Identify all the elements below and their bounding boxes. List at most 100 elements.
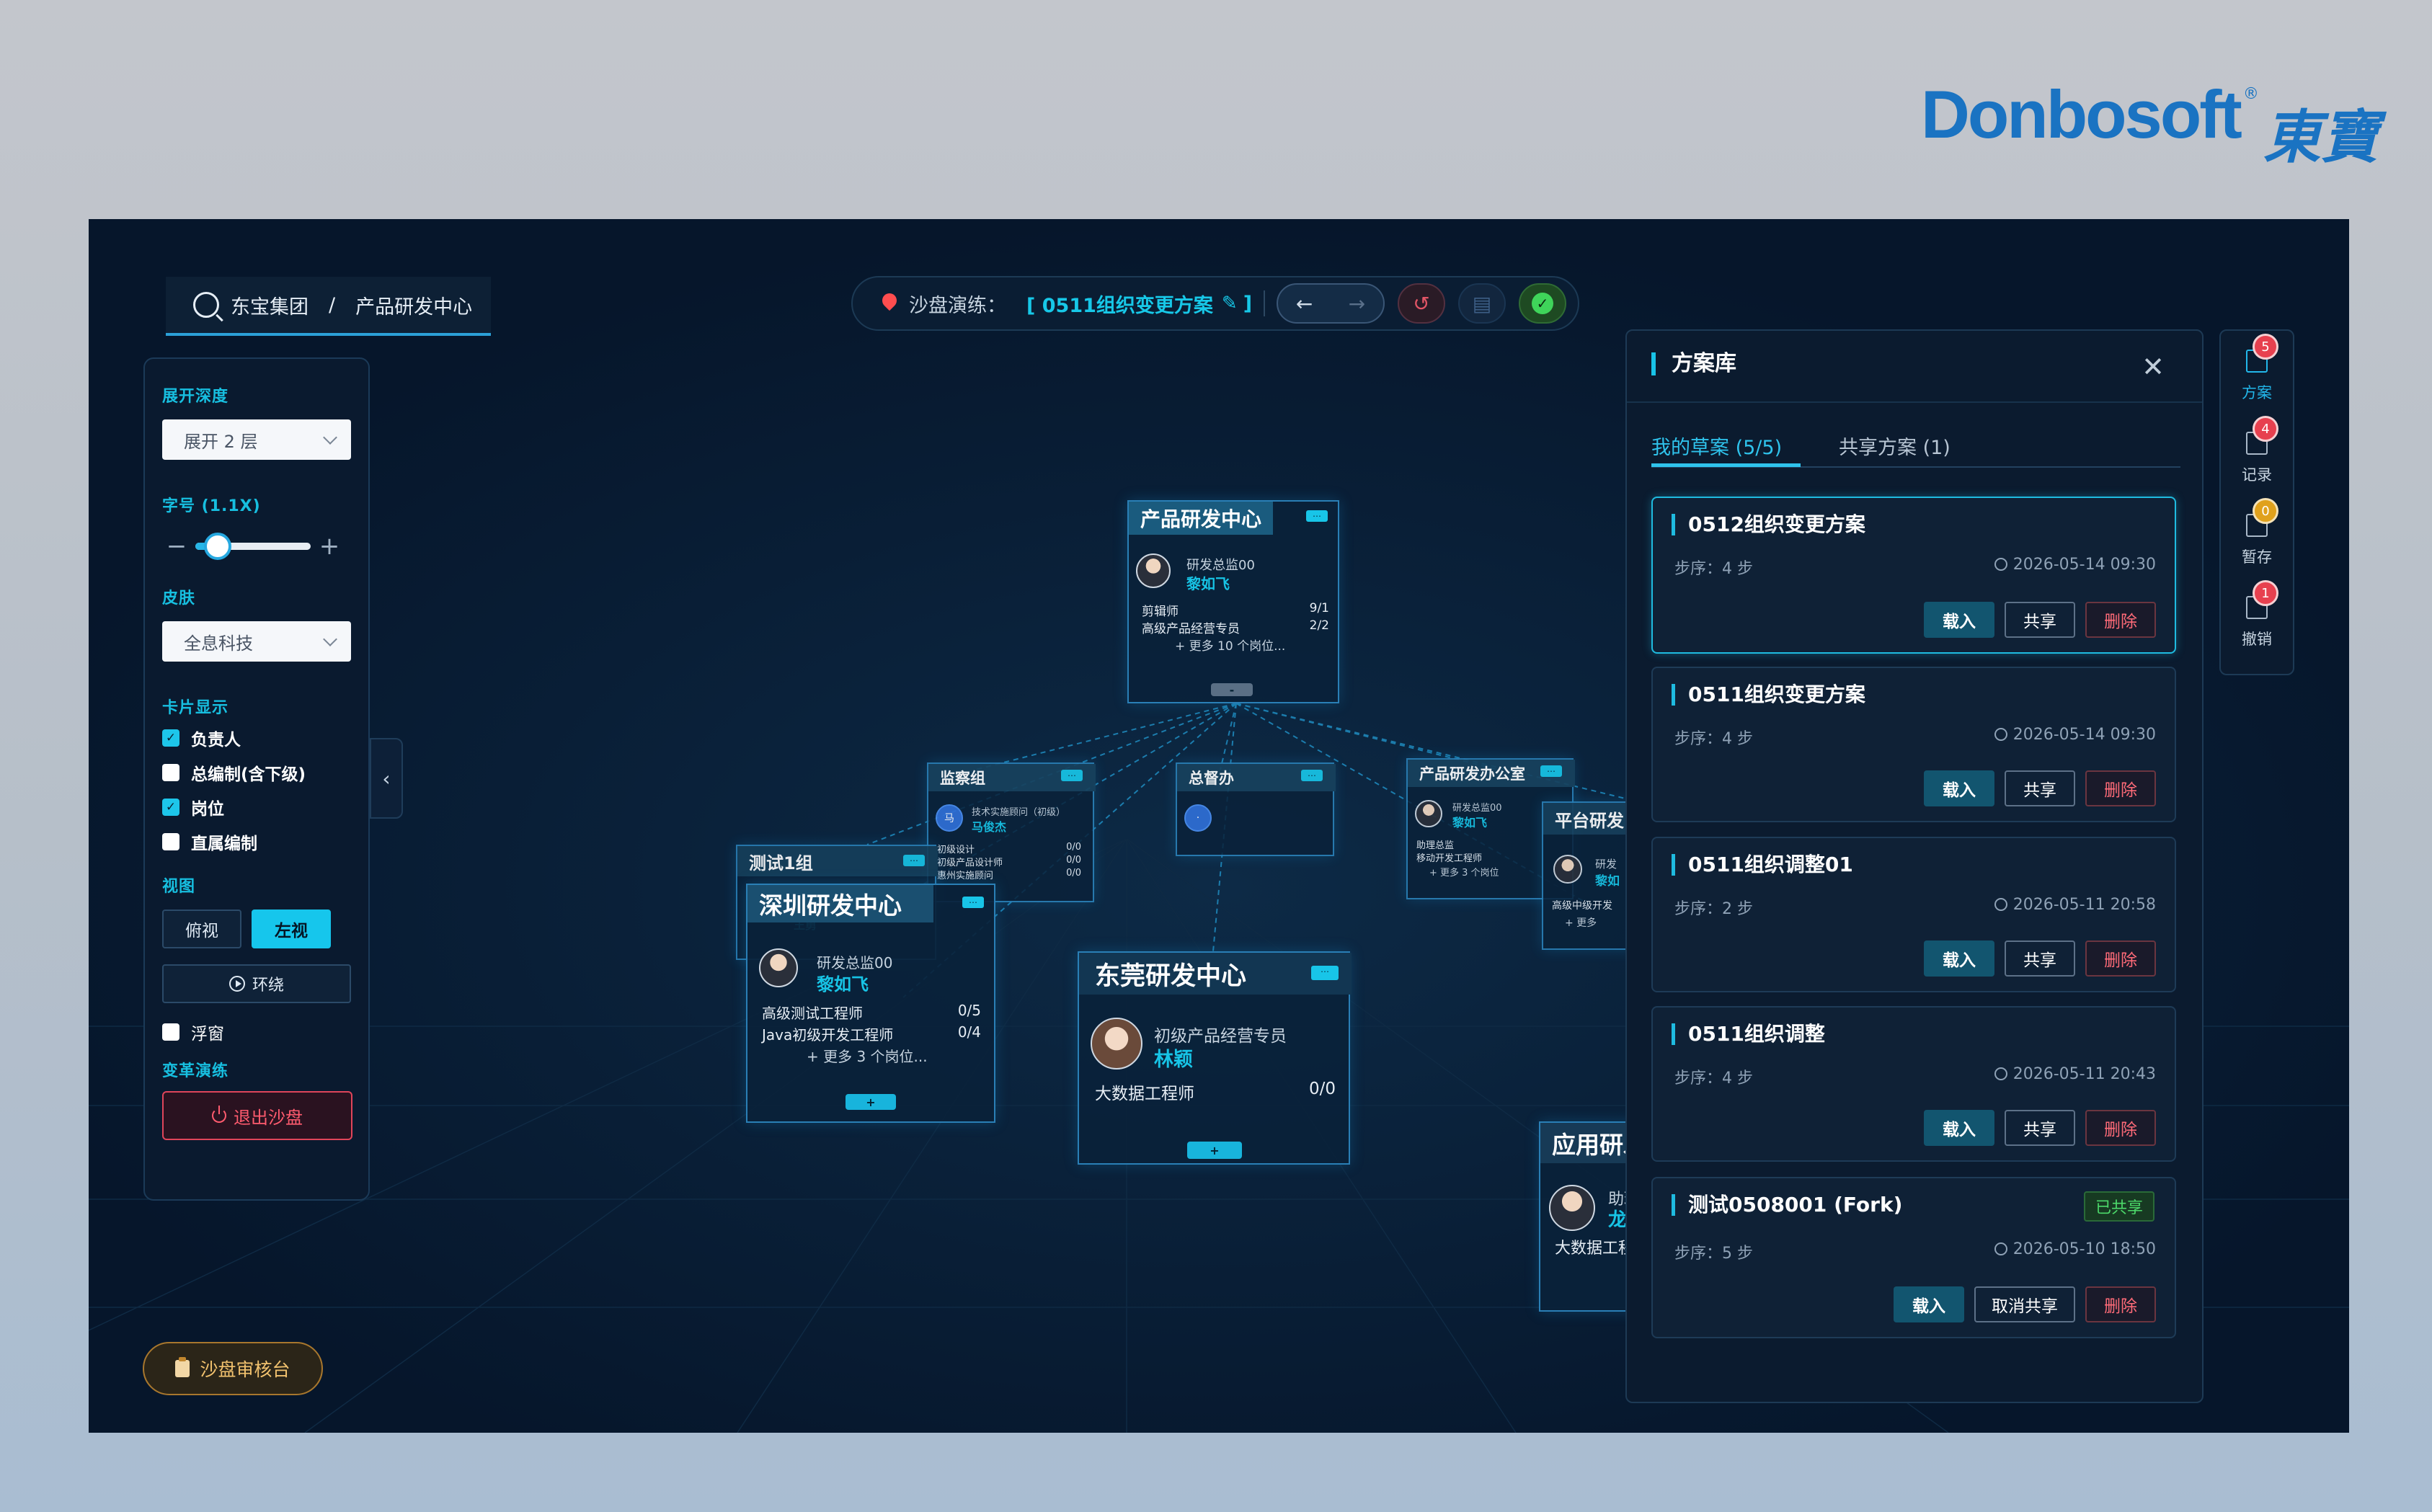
delete-button[interactable]: 删除 <box>2085 770 2156 806</box>
rail-label: 方案 <box>2242 384 2272 401</box>
share-button[interactable]: 共享 <box>2005 602 2075 638</box>
play-icon <box>228 976 245 992</box>
org-card-root[interactable]: 产品研发中心 … 研发总监00 黎如飞 剪辑师 9/1 高级产品经营专员 2/2 +… <box>1127 500 1339 703</box>
card-menu-icon[interactable]: … <box>1311 965 1339 980</box>
view-left-button[interactable]: 左视 <box>252 910 331 948</box>
more-positions[interactable]: + 更多 3 个岗位... <box>807 1045 928 1066</box>
delete-button[interactable]: 删除 <box>2085 602 2156 638</box>
org-card-dongguan[interactable]: 东莞研发中心 … 初级产品经营专员 林颖 大数据工程师 0/0 + <box>1078 951 1352 1165</box>
audit-console-button[interactable]: 沙盘审核台 <box>143 1342 323 1395</box>
option-direct-headcount[interactable]: 直属编制 <box>162 824 368 859</box>
breadcrumb-separator: / <box>329 293 336 316</box>
card-menu-icon[interactable]: … <box>962 896 984 908</box>
avatar <box>1415 800 1442 827</box>
checkbox-unchecked[interactable] <box>162 764 179 781</box>
load-button[interactable]: 载入 <box>1924 602 1994 638</box>
share-button[interactable]: 共享 <box>2005 940 2075 977</box>
avatar <box>1553 855 1582 884</box>
collapse-node-button[interactable]: - <box>1211 683 1253 697</box>
document-button[interactable]: ▤ <box>1458 283 1506 324</box>
reset-button[interactable]: ↺ <box>1398 283 1446 324</box>
load-button[interactable]: 载入 <box>1924 1110 1994 1146</box>
option-manager[interactable]: ✓ 负责人 <box>162 721 368 755</box>
slider-track[interactable] <box>195 533 311 560</box>
card-menu-icon[interactable]: … <box>1540 765 1562 777</box>
avatar <box>1091 1018 1142 1069</box>
orbit-button[interactable]: 环绕 <box>162 964 351 1003</box>
plan-card[interactable]: 0511组织调整01 步序：2 步 2026-05-11 20:58 载入 共享… <box>1651 837 2176 992</box>
option-label: 浮窗 <box>191 1025 224 1044</box>
more-positions[interactable]: + 更多 10 个岗位... <box>1175 636 1285 654</box>
load-button[interactable]: 载入 <box>1924 770 1994 806</box>
more-positions[interactable]: + 更多 3 个岗位 <box>1429 865 1499 879</box>
checkbox-checked[interactable]: ✓ <box>162 729 179 747</box>
edit-icon[interactable]: ✎ <box>1222 293 1238 314</box>
delete-button[interactable]: 删除 <box>2085 1110 2156 1146</box>
share-button[interactable]: 共享 <box>2005 1110 2075 1146</box>
font-size-slider[interactable]: − + <box>162 529 368 564</box>
checkbox-checked[interactable]: ✓ <box>162 799 179 816</box>
drawer-tabs: 我的草案 (5/5) 共享方案 (1) <box>1651 432 2180 468</box>
checkbox-unchecked[interactable] <box>162 833 179 850</box>
checkbox-unchecked[interactable] <box>162 1023 179 1041</box>
confirm-button[interactable]: ✓ <box>1519 283 1567 324</box>
depth-label: 展开深度 <box>162 388 229 406</box>
collapse-panel-button[interactable]: ‹ <box>370 738 403 819</box>
option-total-headcount[interactable]: 总编制(含下级) <box>162 755 368 790</box>
plan-name: 0511组织调整 <box>1672 1023 1825 1045</box>
unshare-button[interactable]: 取消共享 <box>1974 1286 2075 1322</box>
expand-node-button[interactable]: + <box>1187 1142 1242 1159</box>
load-button[interactable]: 载入 <box>1924 940 1994 977</box>
plus-icon[interactable]: + <box>315 532 344 561</box>
option-positions[interactable]: ✓ 岗位 <box>162 790 368 824</box>
sandbox-toolbar: 沙盘演练： [ 0511组织变更方案 ✎ ] ← → ↺ ▤ ✓ <box>851 276 1579 331</box>
skin-select[interactable]: 全息科技 <box>162 621 351 662</box>
breadcrumb-search[interactable]: 东宝集团 / 产品研发中心 <box>166 277 491 336</box>
delete-button[interactable]: 删除 <box>2085 940 2156 977</box>
card-role: 研发总监00 <box>817 954 893 971</box>
plan-library-drawer: 方案库 ✕ 我的草案 (5/5) 共享方案 (1) 0512组织变更方案 步序：… <box>1625 329 2204 1403</box>
tab-shared-plans[interactable]: 共享方案 (1) <box>1839 432 1951 460</box>
close-icon[interactable]: ✕ <box>2142 351 2165 383</box>
exit-sandbox-button[interactable]: 退出沙盘 <box>162 1091 352 1140</box>
breadcrumb-item-center[interactable]: 产品研发中心 <box>355 291 472 319</box>
shared-badge: 已共享 <box>2083 1191 2154 1222</box>
forward-arrow-icon[interactable]: → <box>1349 292 1365 316</box>
org-card-shenzhen[interactable]: 深圳研发中心 … 研发总监00 黎如飞 高级测试工程师 0/5 Java初级开发工… <box>746 884 995 1123</box>
position-row: 高级产品经营专员 2/2 <box>1142 618 1329 636</box>
plan-card[interactable]: 0511组织调整 步序：4 步 2026-05-11 20:43 载入 共享 删… <box>1651 1006 2176 1162</box>
card-menu-icon[interactable]: … <box>1061 769 1083 781</box>
depth-select[interactable]: 展开 2 层 <box>162 419 351 460</box>
org-card-jianchazu[interactable]: 监察组 … 马 技术实施顾问（初级） 马俊杰 初级设计 0/0 初级产品设计师 0/… <box>927 762 1096 902</box>
plan-card[interactable]: 测试0508001 (Fork) 已共享 步序：5 步 2026-05-10 1… <box>1651 1177 2176 1338</box>
card-menu-icon[interactable]: … <box>903 854 925 866</box>
expand-node-button[interactable]: + <box>846 1094 896 1110</box>
rail-item-undo[interactable]: 撤销 1 <box>2221 580 2293 649</box>
brand-name: Donbosoft <box>1921 76 2242 152</box>
rail-item-plans[interactable]: 方案 5 <box>2221 334 2293 403</box>
back-arrow-icon[interactable]: ← <box>1296 292 1313 316</box>
load-button[interactable]: 载入 <box>1894 1286 1964 1322</box>
rail-item-records[interactable]: 记录 4 <box>2221 416 2293 485</box>
option-float-window[interactable]: 浮窗 <box>162 1015 368 1049</box>
plan-card[interactable]: 0512组织变更方案 步序：4 步 2026-05-14 09:30 载入 共享… <box>1651 497 2176 654</box>
plan-card[interactable]: 0511组织变更方案 步序：4 步 2026-05-14 09:30 载入 共享… <box>1651 667 2176 822</box>
view-top-button[interactable]: 俯视 <box>162 910 241 948</box>
breadcrumb-item-group[interactable]: 东宝集团 <box>231 291 309 319</box>
org-card-zongdu[interactable]: 总督办 … · <box>1176 762 1336 856</box>
search-icon[interactable] <box>193 292 219 318</box>
clock-icon <box>1994 898 2007 911</box>
card-menu-icon[interactable]: … <box>1306 510 1328 522</box>
card-menu-icon[interactable]: … <box>1301 769 1323 781</box>
minus-icon[interactable]: − <box>162 532 191 561</box>
delete-button[interactable]: 删除 <box>2085 1286 2156 1322</box>
slider-knob[interactable] <box>204 533 231 560</box>
card-role: 研发 <box>1595 858 1617 871</box>
rail-item-stash[interactable]: 暂存 0 <box>2221 498 2293 567</box>
right-tool-rail: 方案 5 记录 4 暂存 0 撤销 1 <box>2219 329 2294 675</box>
card-manager: 林颖 <box>1154 1049 1193 1071</box>
skin-value: 全息科技 <box>184 633 253 654</box>
more-positions[interactable]: + 更多 <box>1565 915 1597 930</box>
tab-my-drafts[interactable]: 我的草案 (5/5) <box>1651 432 1801 467</box>
share-button[interactable]: 共享 <box>2005 770 2075 806</box>
